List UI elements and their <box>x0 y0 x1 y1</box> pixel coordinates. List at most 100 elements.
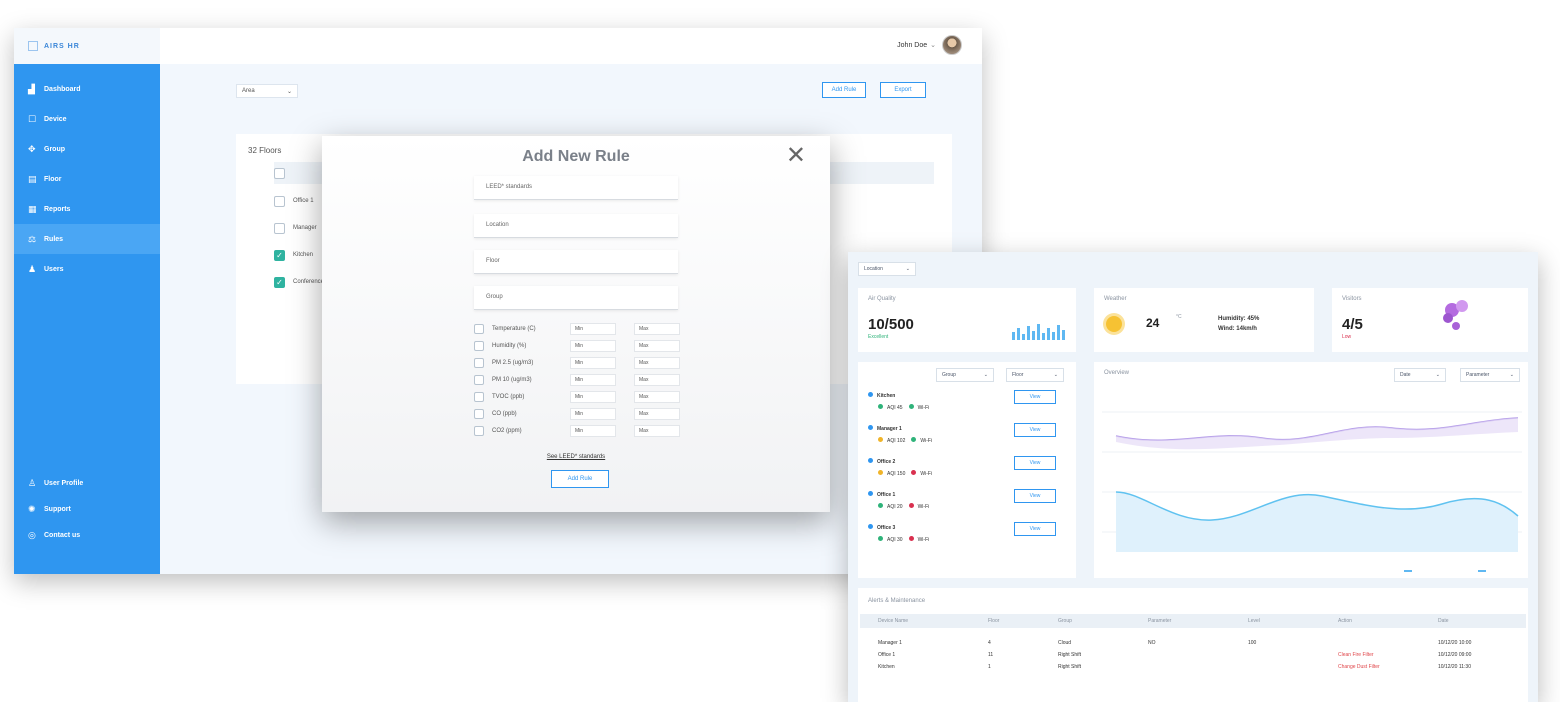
action-link[interactable]: Clean Fire Filter <box>1338 652 1374 658</box>
sidebar-item-support[interactable]: ✺ Support <box>14 496 160 522</box>
export-button[interactable]: Export <box>880 82 926 98</box>
table-header-cell[interactable]: Device Name <box>878 618 908 624</box>
temperature-unit: °C <box>1176 314 1182 320</box>
add-rule-submit-button[interactable]: Add Rule <box>551 470 609 488</box>
parameter-checkbox[interactable] <box>474 426 484 436</box>
table-header-cell[interactable]: Level <box>1248 618 1260 624</box>
min-input[interactable]: Min <box>570 374 616 386</box>
location-select[interactable]: Location ⌄ <box>858 262 916 276</box>
avatar[interactable] <box>942 35 962 55</box>
parameter-row[interactable]: CO (ppb) Min Max <box>474 407 698 421</box>
sidebar-item-floor[interactable]: ▤ Floor <box>14 164 160 194</box>
parameter-row[interactable]: Humidity (%) Min Max <box>474 339 698 353</box>
floor-select[interactable]: Floor ⌄ <box>1006 368 1064 382</box>
parameter-checkbox[interactable] <box>474 409 484 419</box>
aqi-status-dot <box>878 404 883 409</box>
wifi-status-dot <box>908 404 914 409</box>
table-header-cell[interactable]: Parameter <box>1148 618 1171 624</box>
location-name-row: Office 3 <box>868 524 895 531</box>
parameter-row[interactable]: TVOC (ppb) Min Max <box>474 390 698 404</box>
table-header-cell[interactable]: Floor <box>988 618 999 624</box>
purple-series-area <box>1116 418 1518 450</box>
group-icon: ✥ <box>28 143 36 154</box>
max-input[interactable]: Max <box>634 391 680 403</box>
min-input[interactable]: Min <box>570 323 616 335</box>
sidebar-item-user-profile[interactable]: ♙ User Profile <box>14 470 160 496</box>
parameter-checkbox[interactable] <box>474 358 484 368</box>
select-all-checkbox[interactable] <box>274 167 285 179</box>
view-button[interactable]: View <box>1014 522 1056 536</box>
row-label: Kitchen <box>293 252 314 258</box>
row-checkbox[interactable] <box>274 222 285 234</box>
table-header-cell[interactable]: Group <box>1058 618 1072 624</box>
add-rule-button[interactable]: Add Rule <box>822 82 866 98</box>
max-input[interactable]: Max <box>634 340 680 352</box>
parameter-checkbox[interactable] <box>474 392 484 402</box>
location-name: Office 2 <box>877 459 896 465</box>
brand[interactable]: AIRS HR <box>14 28 160 64</box>
min-input[interactable]: Min <box>570 391 616 403</box>
table-header-cell[interactable]: Action <box>1338 618 1352 624</box>
select-all-row[interactable] <box>274 166 293 180</box>
floor-select[interactable]: Floor <box>474 250 678 274</box>
see-leed-link[interactable]: See LEED* standards <box>322 454 830 460</box>
sidebar-item-group[interactable]: ✥ Group <box>14 134 160 164</box>
rules-icon: ⚖ <box>28 233 37 244</box>
view-button[interactable]: View <box>1014 390 1056 404</box>
parameter-row[interactable]: CO2 (ppm) Min Max <box>474 424 698 438</box>
min-input[interactable]: Min <box>570 408 616 420</box>
users-icon: ♟ <box>28 263 37 274</box>
table-row[interactable]: ✓ Conference <box>274 275 324 289</box>
air-quality-status: Excellent <box>868 334 889 340</box>
table-header-cell[interactable]: Date <box>1438 618 1449 624</box>
location-select[interactable]: Location <box>474 214 678 238</box>
max-input[interactable]: Max <box>634 323 680 335</box>
max-input[interactable]: Max <box>634 425 680 437</box>
row-checkbox[interactable] <box>274 195 285 207</box>
parameter-name: CO (ppb) <box>492 411 517 417</box>
aqi-status-dot <box>878 536 883 541</box>
table-row[interactable]: Office 1 <box>274 194 314 208</box>
sidebar-item-rules[interactable]: ⚖ Rules <box>14 224 160 254</box>
sidebar-item-reports[interactable]: ▦ Reports <box>14 194 160 224</box>
sidebar-item-users[interactable]: ♟ Users <box>14 254 160 284</box>
row-checkbox[interactable]: ✓ <box>274 249 285 261</box>
close-icon[interactable]: ✕ <box>786 144 806 168</box>
top-bar: John Doe ⌄ <box>160 28 982 64</box>
parameter-row[interactable]: PM 10 (ug/m3) Min Max <box>474 373 698 387</box>
max-input[interactable]: Max <box>634 408 680 420</box>
wind-text: Wind: 14km/h <box>1218 326 1257 332</box>
row-checkbox[interactable]: ✓ <box>274 276 285 288</box>
area-select[interactable]: Area ⌄ <box>236 84 298 98</box>
view-button[interactable]: View <box>1014 489 1056 503</box>
sidebar-item-dashboard[interactable]: ▟ Dashboard <box>14 74 160 104</box>
leed-standards-select[interactable]: LEED* standards <box>474 176 678 200</box>
air-quality-value: 10/500 <box>868 316 914 333</box>
parameter-checkbox[interactable] <box>474 341 484 351</box>
parameter-row[interactable]: Temperature (C) Min Max <box>474 322 698 336</box>
group-select[interactable]: Group <box>474 286 678 310</box>
sidebar-item-device[interactable]: ☐ Device <box>14 104 160 134</box>
group-select[interactable]: Group ⌄ <box>936 368 994 382</box>
min-input[interactable]: Min <box>570 340 616 352</box>
date-select[interactable]: Date ⌄ <box>1394 368 1446 382</box>
min-input[interactable]: Min <box>570 425 616 437</box>
table-row[interactable]: Manager <box>274 221 317 235</box>
parameter-row[interactable]: PM 2.5 (ug/m3) Min Max <box>474 356 698 370</box>
wifi-status-dot <box>908 503 914 508</box>
view-button[interactable]: View <box>1014 423 1056 437</box>
parameter-checkbox[interactable] <box>474 324 484 334</box>
user-menu[interactable]: John Doe ⌄ <box>897 35 962 55</box>
row-label: Manager <box>293 225 317 231</box>
max-input[interactable]: Max <box>634 357 680 369</box>
parameter-select[interactable]: Parameter ⌄ <box>1460 368 1520 382</box>
sidebar-item-contact[interactable]: ◎ Contact us <box>14 522 160 548</box>
visitors-status: Low <box>1342 334 1352 340</box>
view-button[interactable]: View <box>1014 456 1056 470</box>
action-link[interactable]: Change Dust Filter <box>1338 664 1380 670</box>
min-input[interactable]: Min <box>570 357 616 369</box>
max-input[interactable]: Max <box>634 374 680 386</box>
floor-icon: ▤ <box>28 173 37 184</box>
table-row[interactable]: ✓ Kitchen <box>274 248 313 262</box>
parameter-checkbox[interactable] <box>474 375 484 385</box>
